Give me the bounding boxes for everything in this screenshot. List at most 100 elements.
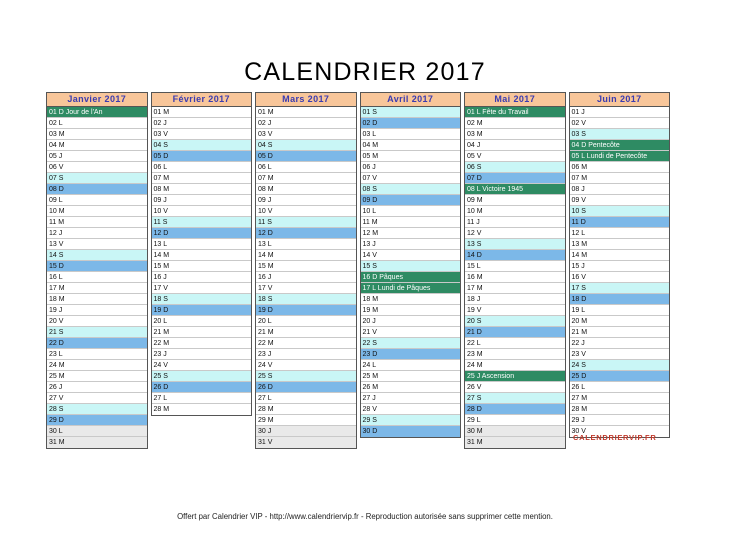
day-cell[interactable]: 24 L: [360, 360, 460, 371]
day-cell[interactable]: 11 S: [151, 217, 251, 228]
day-cell[interactable]: 16 J: [151, 272, 251, 283]
day-cell[interactable]: 12 J: [47, 228, 147, 239]
day-cell[interactable]: 05 M: [360, 151, 460, 162]
day-cell[interactable]: 14 D: [465, 250, 565, 261]
day-cell[interactable]: 23 J: [256, 349, 356, 360]
day-cell[interactable]: 20 V: [47, 316, 147, 327]
day-cell[interactable]: 16 J: [256, 272, 356, 283]
day-cell[interactable]: 03 V: [256, 129, 356, 140]
day-cell[interactable]: 28 M: [151, 404, 251, 415]
day-cell[interactable]: 06 V: [47, 162, 147, 173]
day-cell[interactable]: 16 L: [47, 272, 147, 283]
day-cell[interactable]: 03 V: [151, 129, 251, 140]
day-cell[interactable]: 12 M: [360, 228, 460, 239]
day-cell[interactable]: 30 L: [47, 426, 147, 437]
day-cell[interactable]: 19 M: [360, 305, 460, 316]
day-cell[interactable]: 05 J: [47, 151, 147, 162]
day-cell[interactable]: 10 V: [151, 206, 251, 217]
day-cell[interactable]: 18 M: [360, 294, 460, 305]
day-cell[interactable]: 25 M: [47, 371, 147, 382]
day-cell[interactable]: 19 D: [256, 305, 356, 316]
day-cell[interactable]: 03 S: [569, 129, 669, 140]
day-cell[interactable]: 31 M: [47, 437, 147, 448]
day-cell[interactable]: 05 D: [151, 151, 251, 162]
day-cell[interactable]: 19 D: [151, 305, 251, 316]
day-cell[interactable]: 21 M: [569, 327, 669, 338]
day-cell[interactable]: 20 L: [151, 316, 251, 327]
day-cell[interactable]: 07 D: [465, 173, 565, 184]
day-cell[interactable]: 01 J: [569, 107, 669, 118]
day-cell[interactable]: 23 D: [360, 349, 460, 360]
day-cell[interactable]: 23 V: [569, 349, 669, 360]
day-cell[interactable]: 10 L: [360, 206, 460, 217]
day-cell[interactable]: 06 S: [465, 162, 565, 173]
day-cell[interactable]: 05 V: [465, 151, 565, 162]
day-cell[interactable]: 24 S: [569, 360, 669, 371]
day-cell[interactable]: 30 M: [465, 426, 565, 437]
day-cell[interactable]: 03 M: [47, 129, 147, 140]
day-cell[interactable]: 17 M: [47, 283, 147, 294]
day-cell[interactable]: 11 M: [360, 217, 460, 228]
day-cell[interactable]: 02 J: [256, 118, 356, 129]
day-cell[interactable]: 22 D: [47, 338, 147, 349]
day-cell[interactable]: 18 J: [465, 294, 565, 305]
day-cell[interactable]: 26 L: [569, 382, 669, 393]
day-cell[interactable]: 19 L: [569, 305, 669, 316]
day-cell[interactable]: 30 D: [360, 426, 460, 437]
day-cell[interactable]: 13 M: [569, 239, 669, 250]
day-cell[interactable]: 07 M: [151, 173, 251, 184]
day-cell[interactable]: 02 J: [151, 118, 251, 129]
day-cell[interactable]: 26 D: [151, 382, 251, 393]
day-cell[interactable]: 26 M: [360, 382, 460, 393]
day-cell[interactable]: 19 J: [47, 305, 147, 316]
day-cell[interactable]: 15 L: [465, 261, 565, 272]
day-cell[interactable]: 02 V: [569, 118, 669, 129]
day-cell[interactable]: 28 V: [360, 404, 460, 415]
day-cell[interactable]: 25 D: [569, 371, 669, 382]
day-cell[interactable]: 13 L: [256, 239, 356, 250]
day-cell[interactable]: 07 S: [47, 173, 147, 184]
day-cell[interactable]: 24 M: [47, 360, 147, 371]
day-cell[interactable]: 01 S: [360, 107, 460, 118]
day-cell[interactable]: 25 J Ascension: [465, 371, 565, 382]
day-cell[interactable]: 18 M: [47, 294, 147, 305]
day-cell[interactable]: 01 L Fête du Travail: [465, 107, 565, 118]
day-cell[interactable]: 23 M: [465, 349, 565, 360]
day-cell[interactable]: 09 L: [47, 195, 147, 206]
day-cell[interactable]: 17 S: [569, 283, 669, 294]
day-cell[interactable]: 05 L Lundi de Pentecôte: [569, 151, 669, 162]
day-cell[interactable]: 09 J: [256, 195, 356, 206]
day-cell[interactable]: 08 S: [360, 184, 460, 195]
day-cell[interactable]: 14 S: [47, 250, 147, 261]
day-cell[interactable]: 22 J: [569, 338, 669, 349]
day-cell[interactable]: 29 M: [256, 415, 356, 426]
day-cell[interactable]: 13 L: [151, 239, 251, 250]
day-cell[interactable]: 18 S: [256, 294, 356, 305]
day-cell[interactable]: 12 L: [569, 228, 669, 239]
day-cell[interactable]: 15 S: [360, 261, 460, 272]
day-cell[interactable]: 04 S: [151, 140, 251, 151]
day-cell[interactable]: 17 V: [256, 283, 356, 294]
day-cell[interactable]: 11 M: [47, 217, 147, 228]
day-cell[interactable]: 21 M: [151, 327, 251, 338]
day-cell[interactable]: 09 V: [569, 195, 669, 206]
day-cell[interactable]: 17 M: [465, 283, 565, 294]
day-cell[interactable]: 24 V: [256, 360, 356, 371]
day-cell[interactable]: 18 D: [569, 294, 669, 305]
day-cell[interactable]: 31 V: [256, 437, 356, 448]
day-cell[interactable]: 10 V: [256, 206, 356, 217]
day-cell[interactable]: 21 S: [47, 327, 147, 338]
day-cell[interactable]: 28 M: [569, 404, 669, 415]
day-cell[interactable]: 01 M: [256, 107, 356, 118]
day-cell[interactable]: 27 L: [256, 393, 356, 404]
day-cell[interactable]: 10 M: [465, 206, 565, 217]
day-cell[interactable]: 17 L Lundi de Pâques: [360, 283, 460, 294]
day-cell[interactable]: 14 M: [151, 250, 251, 261]
day-cell[interactable]: 29 S: [360, 415, 460, 426]
day-cell[interactable]: 03 L: [360, 129, 460, 140]
day-cell[interactable]: 05 D: [256, 151, 356, 162]
day-cell[interactable]: 02 M: [465, 118, 565, 129]
day-cell[interactable]: 25 S: [256, 371, 356, 382]
day-cell[interactable]: 22 S: [360, 338, 460, 349]
day-cell[interactable]: 14 M: [256, 250, 356, 261]
